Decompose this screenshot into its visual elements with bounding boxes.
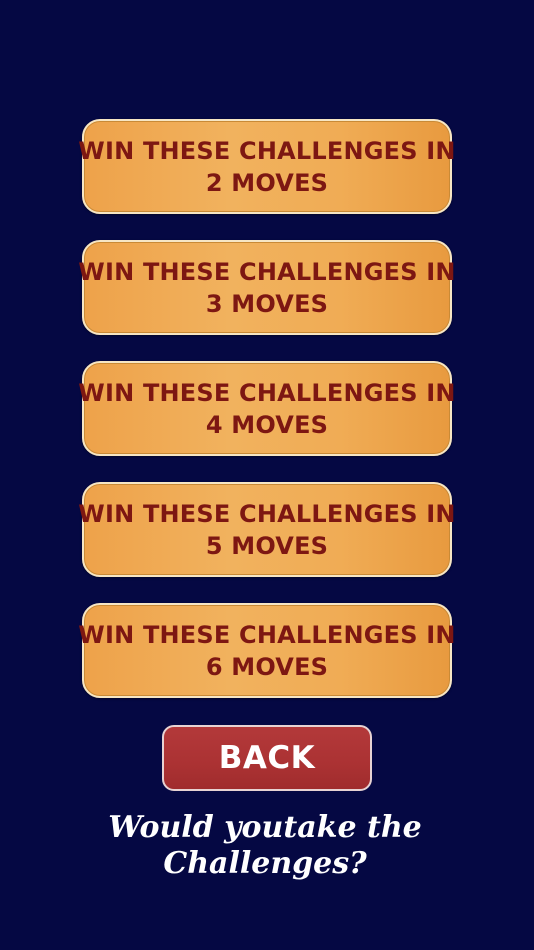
tagline-line-2: Challenges?	[163, 846, 367, 881]
challenge-moves: 2 MOVES	[205, 168, 329, 197]
challenge-2-moves-button[interactable]: WIN THESE CHALLENGES IN 2 MOVES	[78, 119, 456, 214]
challenge-6-moves-button[interactable]: WIN THESE CHALLENGES IN 6 MOVES	[78, 603, 456, 698]
back-button-label: BACK	[218, 740, 316, 776]
challenge-menu-screen: WIN THESE CHALLENGES IN 2 MOVES WIN THES…	[0, 0, 534, 950]
challenge-moves: 4 MOVES	[205, 410, 329, 439]
challenge-5-moves-button[interactable]: WIN THESE CHALLENGES IN 5 MOVES	[78, 482, 456, 577]
challenge-list: WIN THESE CHALLENGES IN 2 MOVES WIN THES…	[78, 119, 456, 724]
back-button[interactable]: BACK	[162, 725, 372, 791]
challenge-title: WIN THESE CHALLENGES IN	[78, 257, 456, 286]
challenge-title: WIN THESE CHALLENGES IN	[78, 136, 456, 165]
challenge-title: WIN THESE CHALLENGES IN	[78, 620, 456, 649]
challenge-moves: 5 MOVES	[205, 531, 329, 560]
challenge-moves: 3 MOVES	[205, 289, 329, 318]
challenge-title: WIN THESE CHALLENGES IN	[78, 499, 456, 528]
challenge-4-moves-button[interactable]: WIN THESE CHALLENGES IN 4 MOVES	[78, 361, 456, 456]
challenge-tagline: Would youtake the Challenges?	[90, 810, 440, 882]
challenge-moves: 6 MOVES	[205, 652, 329, 681]
challenge-title: WIN THESE CHALLENGES IN	[78, 378, 456, 407]
challenge-3-moves-button[interactable]: WIN THESE CHALLENGES IN 3 MOVES	[78, 240, 456, 335]
tagline-line-1: Would youtake the	[108, 810, 422, 845]
